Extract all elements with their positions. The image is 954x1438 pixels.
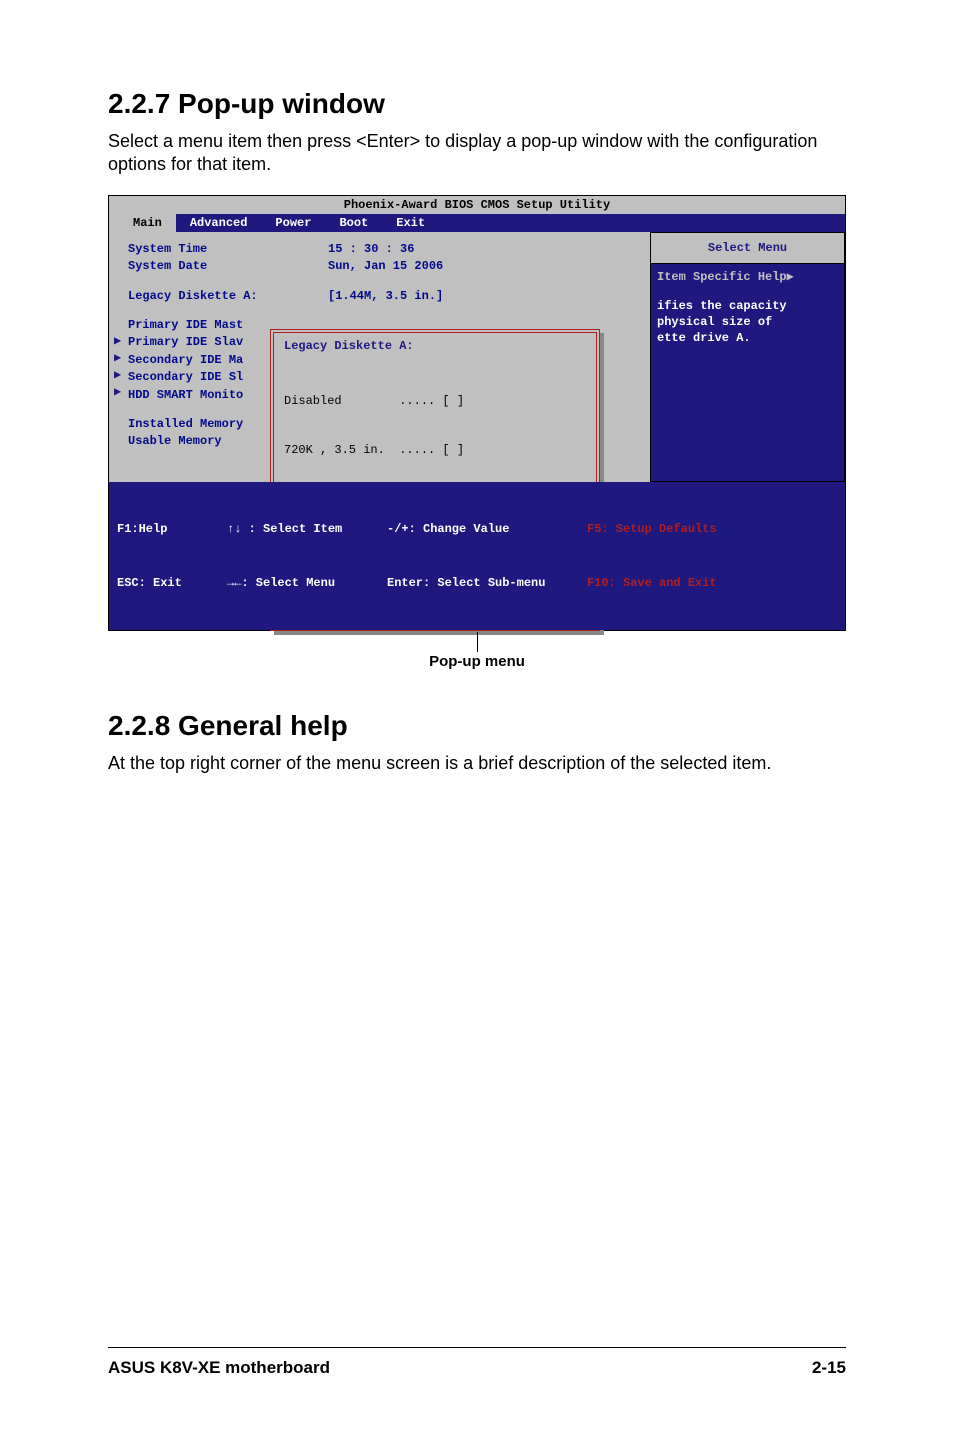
tab-power[interactable]: Power bbox=[261, 214, 325, 232]
bios-title: Phoenix-Award BIOS CMOS Setup Utility bbox=[109, 196, 845, 214]
bios-footer: F1:Help ESC: Exit ↑↓ : Select Item →←: S… bbox=[109, 482, 845, 630]
popup-title: Legacy Diskette A: bbox=[284, 339, 586, 353]
section-body-227: Select a menu item then press <Enter> to… bbox=[108, 130, 846, 177]
footer-page-number: 2-15 bbox=[812, 1358, 846, 1378]
help-pane: Item Specific Help▶ ifies the capacity p… bbox=[650, 263, 845, 482]
pointer-icon: ▶ bbox=[114, 350, 121, 367]
pointer-icon: ▶ bbox=[114, 367, 121, 384]
footer-product: ASUS K8V-XE motherboard bbox=[108, 1358, 330, 1378]
pointer-icon: ▶ bbox=[114, 333, 121, 350]
section-heading-227: 2.2.7 Pop-up window bbox=[108, 88, 846, 120]
key-submenu: Enter: Select Sub-menu bbox=[387, 574, 571, 592]
help-text: ette drive A. bbox=[657, 331, 838, 347]
connector-line bbox=[477, 632, 478, 652]
section-body-228: At the top right corner of the menu scre… bbox=[108, 752, 846, 775]
popup-option[interactable]: 720K , 3.5 in. ..... [ ] bbox=[284, 442, 586, 458]
key-f1: F1:Help bbox=[117, 520, 211, 538]
section-heading-228: 2.2.8 General help bbox=[108, 710, 846, 742]
key-f5: F5: Setup Defaults bbox=[587, 520, 837, 538]
key-f10: F10: Save and Exit bbox=[587, 574, 837, 592]
key-esc: ESC: Exit bbox=[117, 574, 211, 592]
popup-option[interactable]: Disabled ..... [ ] bbox=[284, 393, 586, 409]
sys-date-value: Sun, Jan 15 2006 bbox=[328, 258, 443, 275]
page-footer: ASUS K8V-XE motherboard 2-15 bbox=[108, 1347, 846, 1378]
tab-advanced[interactable]: Advanced bbox=[176, 214, 262, 232]
select-menu-header: Select Menu bbox=[650, 232, 845, 263]
key-select-menu: →←: Select Menu bbox=[227, 574, 371, 592]
tab-boot[interactable]: Boot bbox=[325, 214, 382, 232]
pointer-icon: ▶ bbox=[114, 384, 121, 401]
bios-menubar: Main Advanced Power Boot Exit bbox=[109, 214, 845, 232]
key-change-value: -/+: Change Value bbox=[387, 520, 571, 538]
tab-exit[interactable]: Exit bbox=[382, 214, 439, 232]
popup-caption: Pop-up menu bbox=[108, 653, 846, 670]
sys-time-label: System Time bbox=[128, 241, 328, 258]
help-text: physical size of bbox=[657, 315, 838, 331]
legacy-value: [1.44M, 3.5 in.] bbox=[328, 288, 443, 305]
sys-date-label: System Date bbox=[128, 258, 328, 275]
help-text: ifies the capacity bbox=[657, 299, 838, 315]
item-specific-help: Item Specific Help▶ bbox=[657, 270, 838, 286]
key-select-item: ↑↓ : Select Item bbox=[227, 520, 371, 538]
sys-time-value: 15 : 30 : 36 bbox=[328, 241, 414, 258]
bios-screenshot: Phoenix-Award BIOS CMOS Setup Utility Ma… bbox=[108, 195, 846, 631]
legacy-label: Legacy Diskette A: bbox=[128, 288, 328, 305]
bios-left-pane: System Time15 : 30 : 36 System DateSun, … bbox=[109, 232, 650, 482]
tab-main[interactable]: Main bbox=[109, 214, 176, 232]
